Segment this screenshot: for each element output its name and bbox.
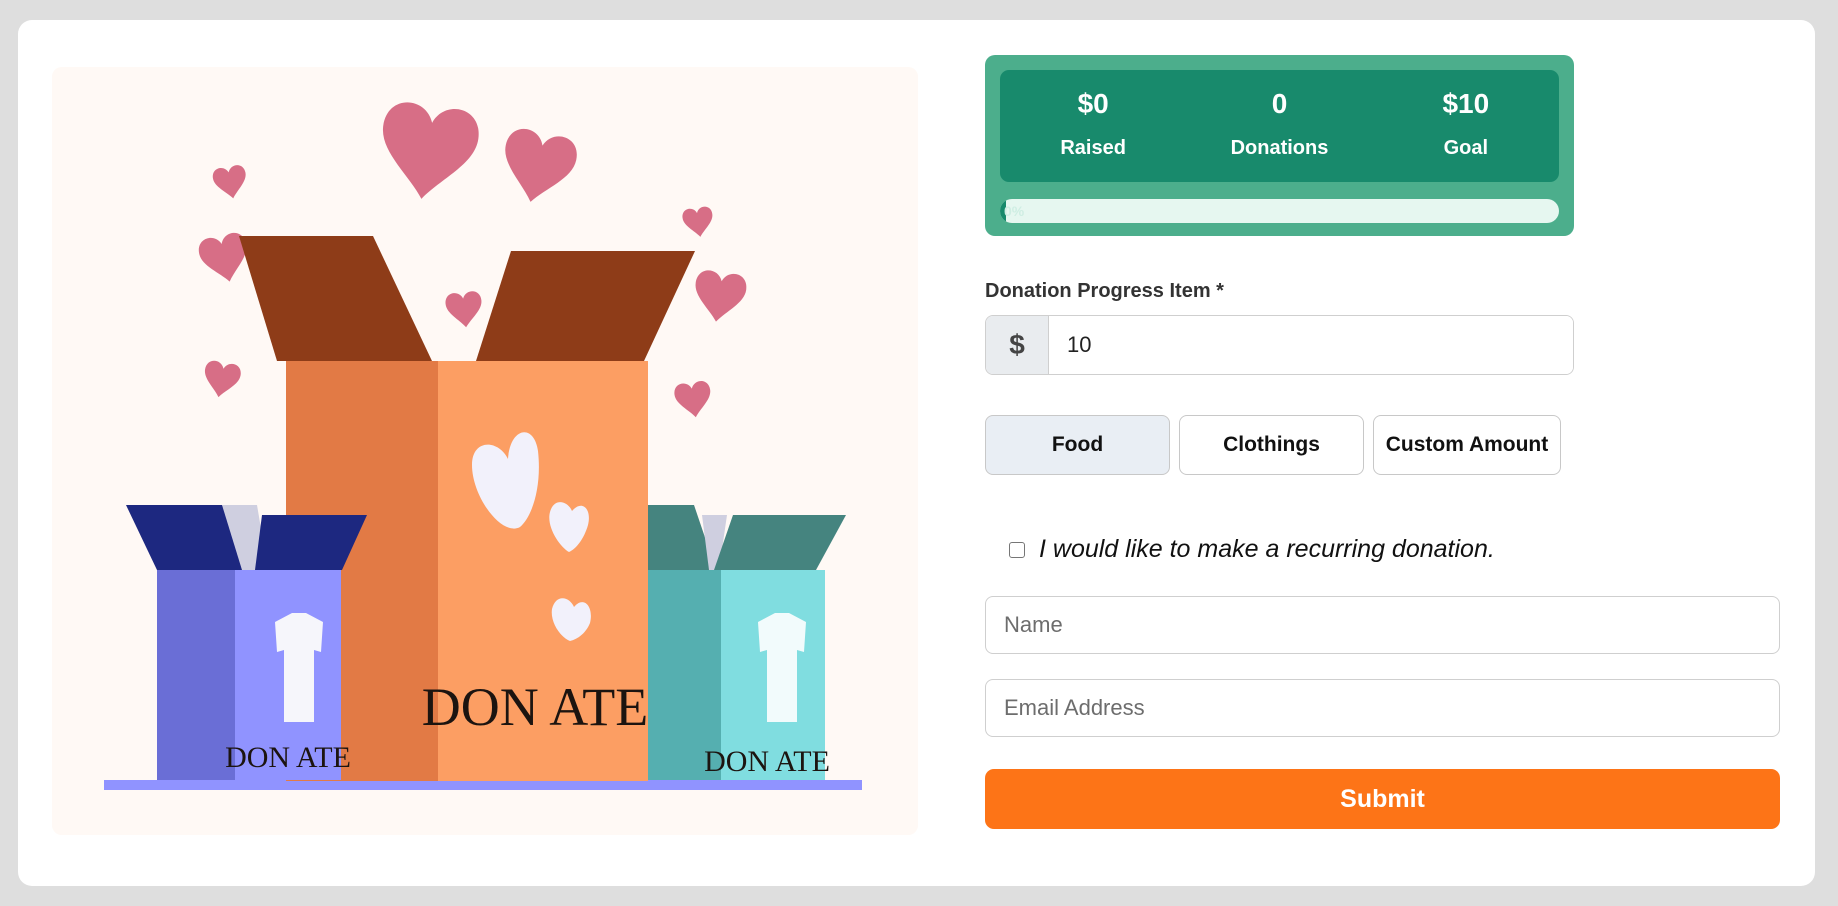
donations-stat: 0 Donations — [1186, 70, 1372, 182]
preset-clothings-button[interactable]: Clothings — [1179, 415, 1364, 475]
goal-value: $10 — [1442, 88, 1490, 119]
preset-custom-amount-button[interactable]: Custom Amount — [1373, 415, 1561, 475]
preset-food-button[interactable]: Food — [985, 415, 1170, 475]
center-box-text: DON ATE — [422, 677, 649, 737]
raised-value: $0 — [1077, 88, 1109, 119]
recurring-label: I would like to make a recurring donatio… — [1039, 535, 1495, 563]
donations-label: Donations — [1230, 137, 1329, 159]
submit-button[interactable]: Submit — [985, 769, 1780, 829]
name-input[interactable] — [985, 596, 1780, 654]
goal-stat: $10 Goal — [1373, 70, 1559, 182]
donations-value: 0 — [1271, 88, 1288, 119]
left-box-text: DON ATE — [225, 741, 351, 774]
donation-stats-panel: $0 Raised 0 Donations $10 Goal 0% — [985, 55, 1574, 236]
amount-input[interactable] — [1049, 316, 1573, 374]
recurring-checkbox[interactable] — [1009, 541, 1025, 558]
progress-bar: 0% — [1000, 199, 1559, 223]
progress-percent: 0% — [1004, 203, 1025, 219]
donation-card: DON ATE DON ATE DON ATE $0 Raised 0 Dona… — [18, 20, 1815, 886]
email-input[interactable] — [985, 679, 1780, 737]
right-box-text: DON ATE — [704, 745, 830, 778]
preset-options: Food Clothings Custom Amount — [985, 415, 1561, 475]
raised-label: Raised — [1060, 137, 1126, 159]
amount-label: Donation Progress Item * — [985, 280, 1224, 302]
stats-summary: $0 Raised 0 Donations $10 Goal — [1000, 70, 1559, 182]
goal-label: Goal — [1443, 137, 1489, 159]
amount-input-group: $ — [985, 315, 1574, 375]
currency-symbol: $ — [986, 316, 1049, 374]
donate-boxes-illustration: DON ATE DON ATE DON ATE — [52, 67, 918, 835]
recurring-donation-option[interactable]: I would like to make a recurring donatio… — [1009, 535, 1495, 564]
raised-stat: $0 Raised — [1000, 70, 1186, 182]
